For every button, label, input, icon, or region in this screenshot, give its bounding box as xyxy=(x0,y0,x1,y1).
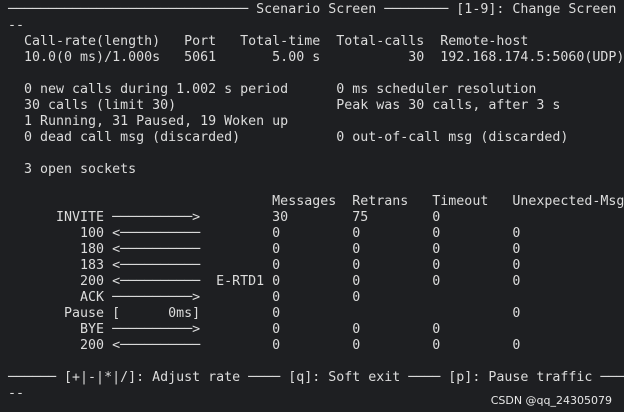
status-line-new-calls: 0 new calls during 1.002 s period 0 ms s… xyxy=(8,82,537,97)
table-row-183: 183 <────────── 0 0 0 0 xyxy=(8,258,521,273)
footer-line: ────── [+|-|*|/]: Adjust rate ──── [q]: … xyxy=(8,370,624,385)
status-line-calls-limit: 30 calls (limit 30) Peak was 30 calls, a… xyxy=(8,98,561,113)
stats-values: 10.0(0 ms)/1.000s 5061 5.00 s 30 192.168… xyxy=(8,50,624,65)
table-row-180: 180 <────────── 0 0 0 0 xyxy=(8,242,521,257)
header-line: ────────────────────────────── Scenario … xyxy=(8,2,617,17)
status-line-running: 1 Running, 31 Paused, 19 Woken up xyxy=(8,114,289,129)
table-row-pause: Pause [ 0ms] 0 0 xyxy=(8,306,521,321)
stats-header: Call-rate(length) Port Total-time Total-… xyxy=(8,34,529,49)
table-row-200: 200 <────────── 0 0 0 0 xyxy=(8,338,521,353)
watermark-label: CSDN @qq_24305079 xyxy=(490,394,612,407)
table-row-bye: BYE ──────────> 0 0 0 xyxy=(8,322,441,337)
table-row-100: 100 <────────── 0 0 0 0 xyxy=(8,226,521,241)
message-table-header: Messages Retrans Timeout Unexpected-Msg xyxy=(8,194,624,209)
table-row-invite: INVITE ──────────> 30 75 0 xyxy=(8,210,441,225)
header-continuation: -- xyxy=(8,18,25,33)
footer-continuation: -- xyxy=(8,386,25,401)
status-line-dead-calls: 0 dead call msg (discarded) 0 out-of-cal… xyxy=(8,130,569,145)
table-row-200-rtd: 200 <────────── E-RTD1 0 0 0 0 xyxy=(8,274,521,289)
table-row-ack: ACK ──────────> 0 0 xyxy=(8,290,361,305)
open-sockets-line: 3 open sockets xyxy=(8,162,137,177)
